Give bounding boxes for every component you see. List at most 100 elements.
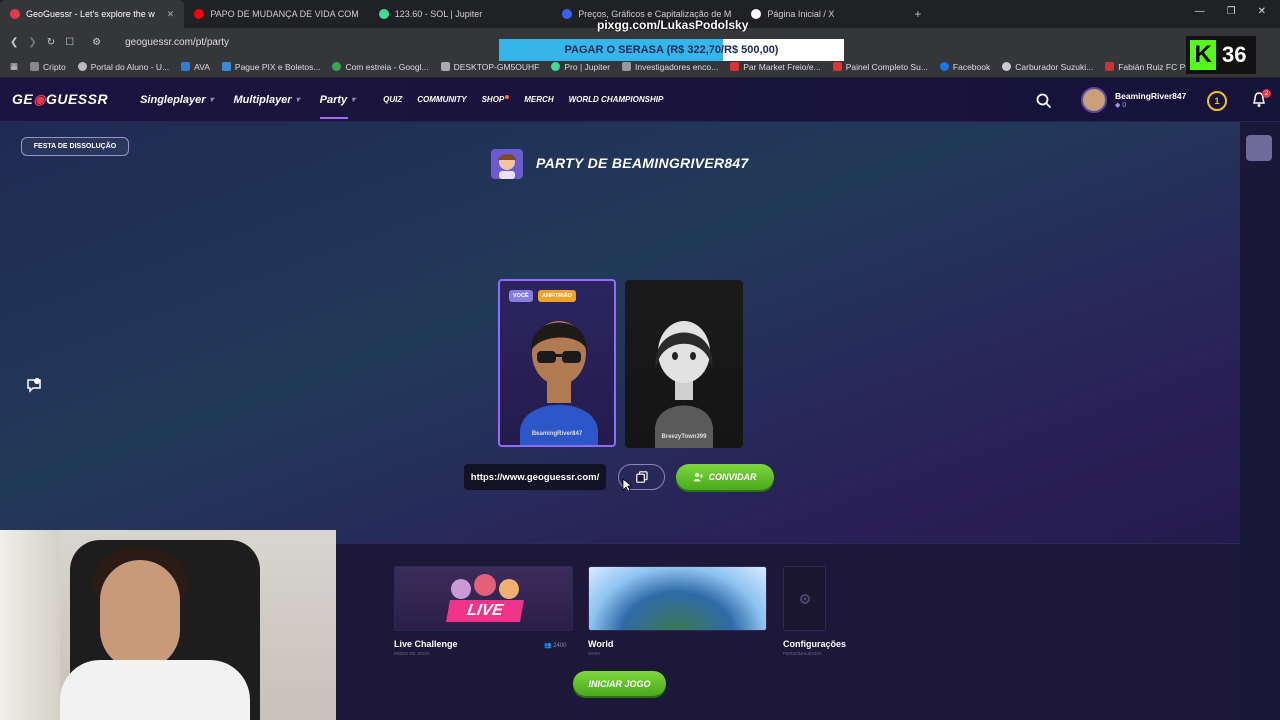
bookmark-item[interactable]: AVA — [181, 62, 210, 72]
mode-sublabel: MODO DE JOGO — [394, 651, 430, 656]
geoguessr-favicon-icon — [10, 9, 20, 19]
friend-avatar[interactable] — [1246, 135, 1272, 161]
game-settings-button[interactable]: Configurações PERSONALIZADO — [783, 566, 863, 656]
url-field[interactable]: geoguessr.com/pt/party — [125, 37, 229, 48]
invite-link-field[interactable]: https://www.geoguessr.com/ — [464, 464, 606, 490]
close-tab-icon[interactable]: ✕ — [167, 9, 175, 20]
notification-badge: 2 — [1262, 89, 1271, 98]
profile-level: ◆ 0 — [1115, 102, 1127, 109]
map-sublabel: MAPA — [588, 651, 601, 656]
start-game-button[interactable]: INICIAR JOGO — [573, 671, 666, 696]
member-avatar — [520, 321, 598, 445]
settings-thumbnail — [783, 566, 826, 631]
map-world[interactable]: World MAPA — [588, 566, 768, 656]
site-icon — [832, 62, 842, 71]
map-label: World — [588, 639, 614, 649]
coin-balance[interactable]: 1 — [1207, 91, 1227, 111]
you-badge: VOCÊ — [509, 290, 533, 302]
profile-name: BeamingRiver847 — [1115, 91, 1187, 101]
profile-menu[interactable]: BeamingRiver847 ◆ 0 — [1081, 87, 1186, 113]
folder-icon — [30, 62, 40, 71]
disband-party-button[interactable]: FESTA DE DISSOLUÇÃO — [21, 137, 129, 156]
restore-icon[interactable]: ❐ — [1227, 6, 1236, 17]
bookmark-item[interactable]: Cripto — [30, 62, 66, 72]
party-member-card[interactable]: BreezyTown399 — [625, 280, 743, 448]
bookmark-item[interactable]: Pague PIX e Boletos... — [221, 62, 320, 72]
site-icon — [221, 62, 231, 71]
map-thumbnail — [588, 566, 767, 631]
nav-quiz[interactable]: QUIZ — [383, 95, 402, 104]
invite-button[interactable]: CONVIDAR — [676, 464, 774, 490]
site-icon — [551, 62, 561, 71]
tab-youtube[interactable]: PAPO DE MUDANÇA DE VIDA COM — [184, 0, 368, 28]
chevron-down-icon: ▾ — [351, 95, 356, 104]
reload-icon[interactable]: ↻ — [47, 37, 55, 48]
facebook-icon — [939, 62, 949, 71]
tab-title: Página Inicial / X — [767, 9, 835, 19]
nav-shop[interactable]: SHOP — [482, 95, 510, 104]
kick-logo-icon: K — [1190, 40, 1216, 70]
x-favicon-icon — [751, 9, 762, 19]
site-icon — [77, 62, 87, 71]
tab-title: PAPO DE MUDANÇA DE VIDA COM — [210, 9, 359, 19]
bookmark-item[interactable]: Portal do Aluno - U... — [77, 62, 169, 72]
mouse-cursor-icon — [622, 478, 632, 492]
site-icon — [440, 62, 450, 71]
stream-overlay-username: pixgg.com/LukasPodolsky — [597, 18, 749, 32]
new-indicator — [505, 95, 510, 99]
nav-party[interactable]: Party ▾ — [319, 94, 356, 119]
bookmark-item[interactable]: Carburador Suzuki... — [1002, 62, 1093, 72]
tab-jupiter[interactable]: 123.60 - SOL | Jupiter — [369, 0, 493, 28]
close-window-icon[interactable]: ✕ — [1258, 6, 1266, 17]
players-count: 👥 2400 — [544, 643, 567, 649]
site-icon — [332, 62, 342, 71]
add-user-icon — [693, 472, 704, 482]
chat-icon[interactable] — [25, 376, 43, 394]
member-avatar — [655, 321, 713, 448]
streamer-shirt — [60, 660, 250, 720]
site-icon — [1002, 62, 1012, 71]
site-icon — [181, 62, 191, 71]
gear-icon — [799, 593, 810, 604]
back-icon[interactable]: ❮ — [10, 37, 18, 48]
nav-world-championship[interactable]: WORLD CHAMPIONSHIP — [569, 95, 664, 104]
bookmark-item[interactable]: Pro | Jupiter — [551, 62, 610, 72]
mode-thumbnail: LIVE — [394, 566, 573, 631]
tab-title: GeoGuessr - Let's explore the w — [26, 9, 155, 19]
forward-icon[interactable]: ❯ — [28, 37, 36, 48]
settings-sublabel: PERSONALIZADO — [783, 651, 822, 656]
bookmark-item[interactable]: Facebook — [939, 62, 990, 72]
streamer-face — [100, 560, 180, 670]
chevron-down-icon: ▾ — [295, 95, 300, 104]
nav-singleplayer[interactable]: Singleplayer ▾ — [140, 94, 213, 106]
youtube-favicon-icon — [194, 9, 205, 19]
stream-donation-goal: PAGAR O SERASA (R$ 322,70/R$ 500,00) — [499, 39, 844, 61]
page-title: PARTY DE BEAMINGRIVER847 — [536, 155, 749, 171]
bookmark-item[interactable]: DESKTOP-GM5OUHF — [440, 62, 539, 72]
apps-icon[interactable]: ▦ — [10, 61, 18, 72]
site-info-icon[interactable]: ⚙ — [92, 37, 101, 48]
new-tab-icon[interactable]: + — [914, 7, 921, 21]
nav-multiplayer[interactable]: Multiplayer ▾ — [234, 94, 300, 106]
bookmark-item[interactable]: Par Market Freio/e... — [730, 62, 821, 72]
tab-geoguessr[interactable]: GeoGuessr - Let's explore the w ✕ — [0, 0, 185, 28]
site-icon — [1105, 62, 1115, 71]
bookmark-item[interactable]: Com estreia - Googl... — [332, 62, 429, 72]
avatar — [1081, 87, 1107, 113]
nav-community[interactable]: COMMUNITY — [417, 95, 466, 104]
geoguessr-logo[interactable]: GE◉GUESSR — [12, 91, 108, 108]
minimize-icon[interactable]: — — [1195, 6, 1205, 17]
search-icon[interactable] — [1036, 93, 1052, 109]
secondary-nav: QUIZ COMMUNITY SHOP MERCH WORLD CHAMPION… — [383, 95, 663, 104]
chevron-down-icon: ▾ — [209, 95, 214, 104]
webcam-feed — [0, 530, 336, 720]
background-curtain — [0, 530, 60, 720]
bookmark-item[interactable]: Painel Completo Su... — [832, 62, 928, 72]
tab-x[interactable]: Página Inicial / X — [741, 0, 844, 28]
member-name: BeamingRiver847 — [531, 431, 583, 437]
bookmark-item[interactable]: Investigadores enco... — [622, 62, 718, 72]
cmc-favicon-icon — [562, 9, 573, 19]
party-member-card[interactable]: VOCÊ ANFITRIÃO BeamingRiver847 — [498, 279, 616, 447]
bookmark-icon[interactable]: ☐ — [65, 37, 74, 48]
nav-merch[interactable]: MERCH — [524, 95, 553, 104]
